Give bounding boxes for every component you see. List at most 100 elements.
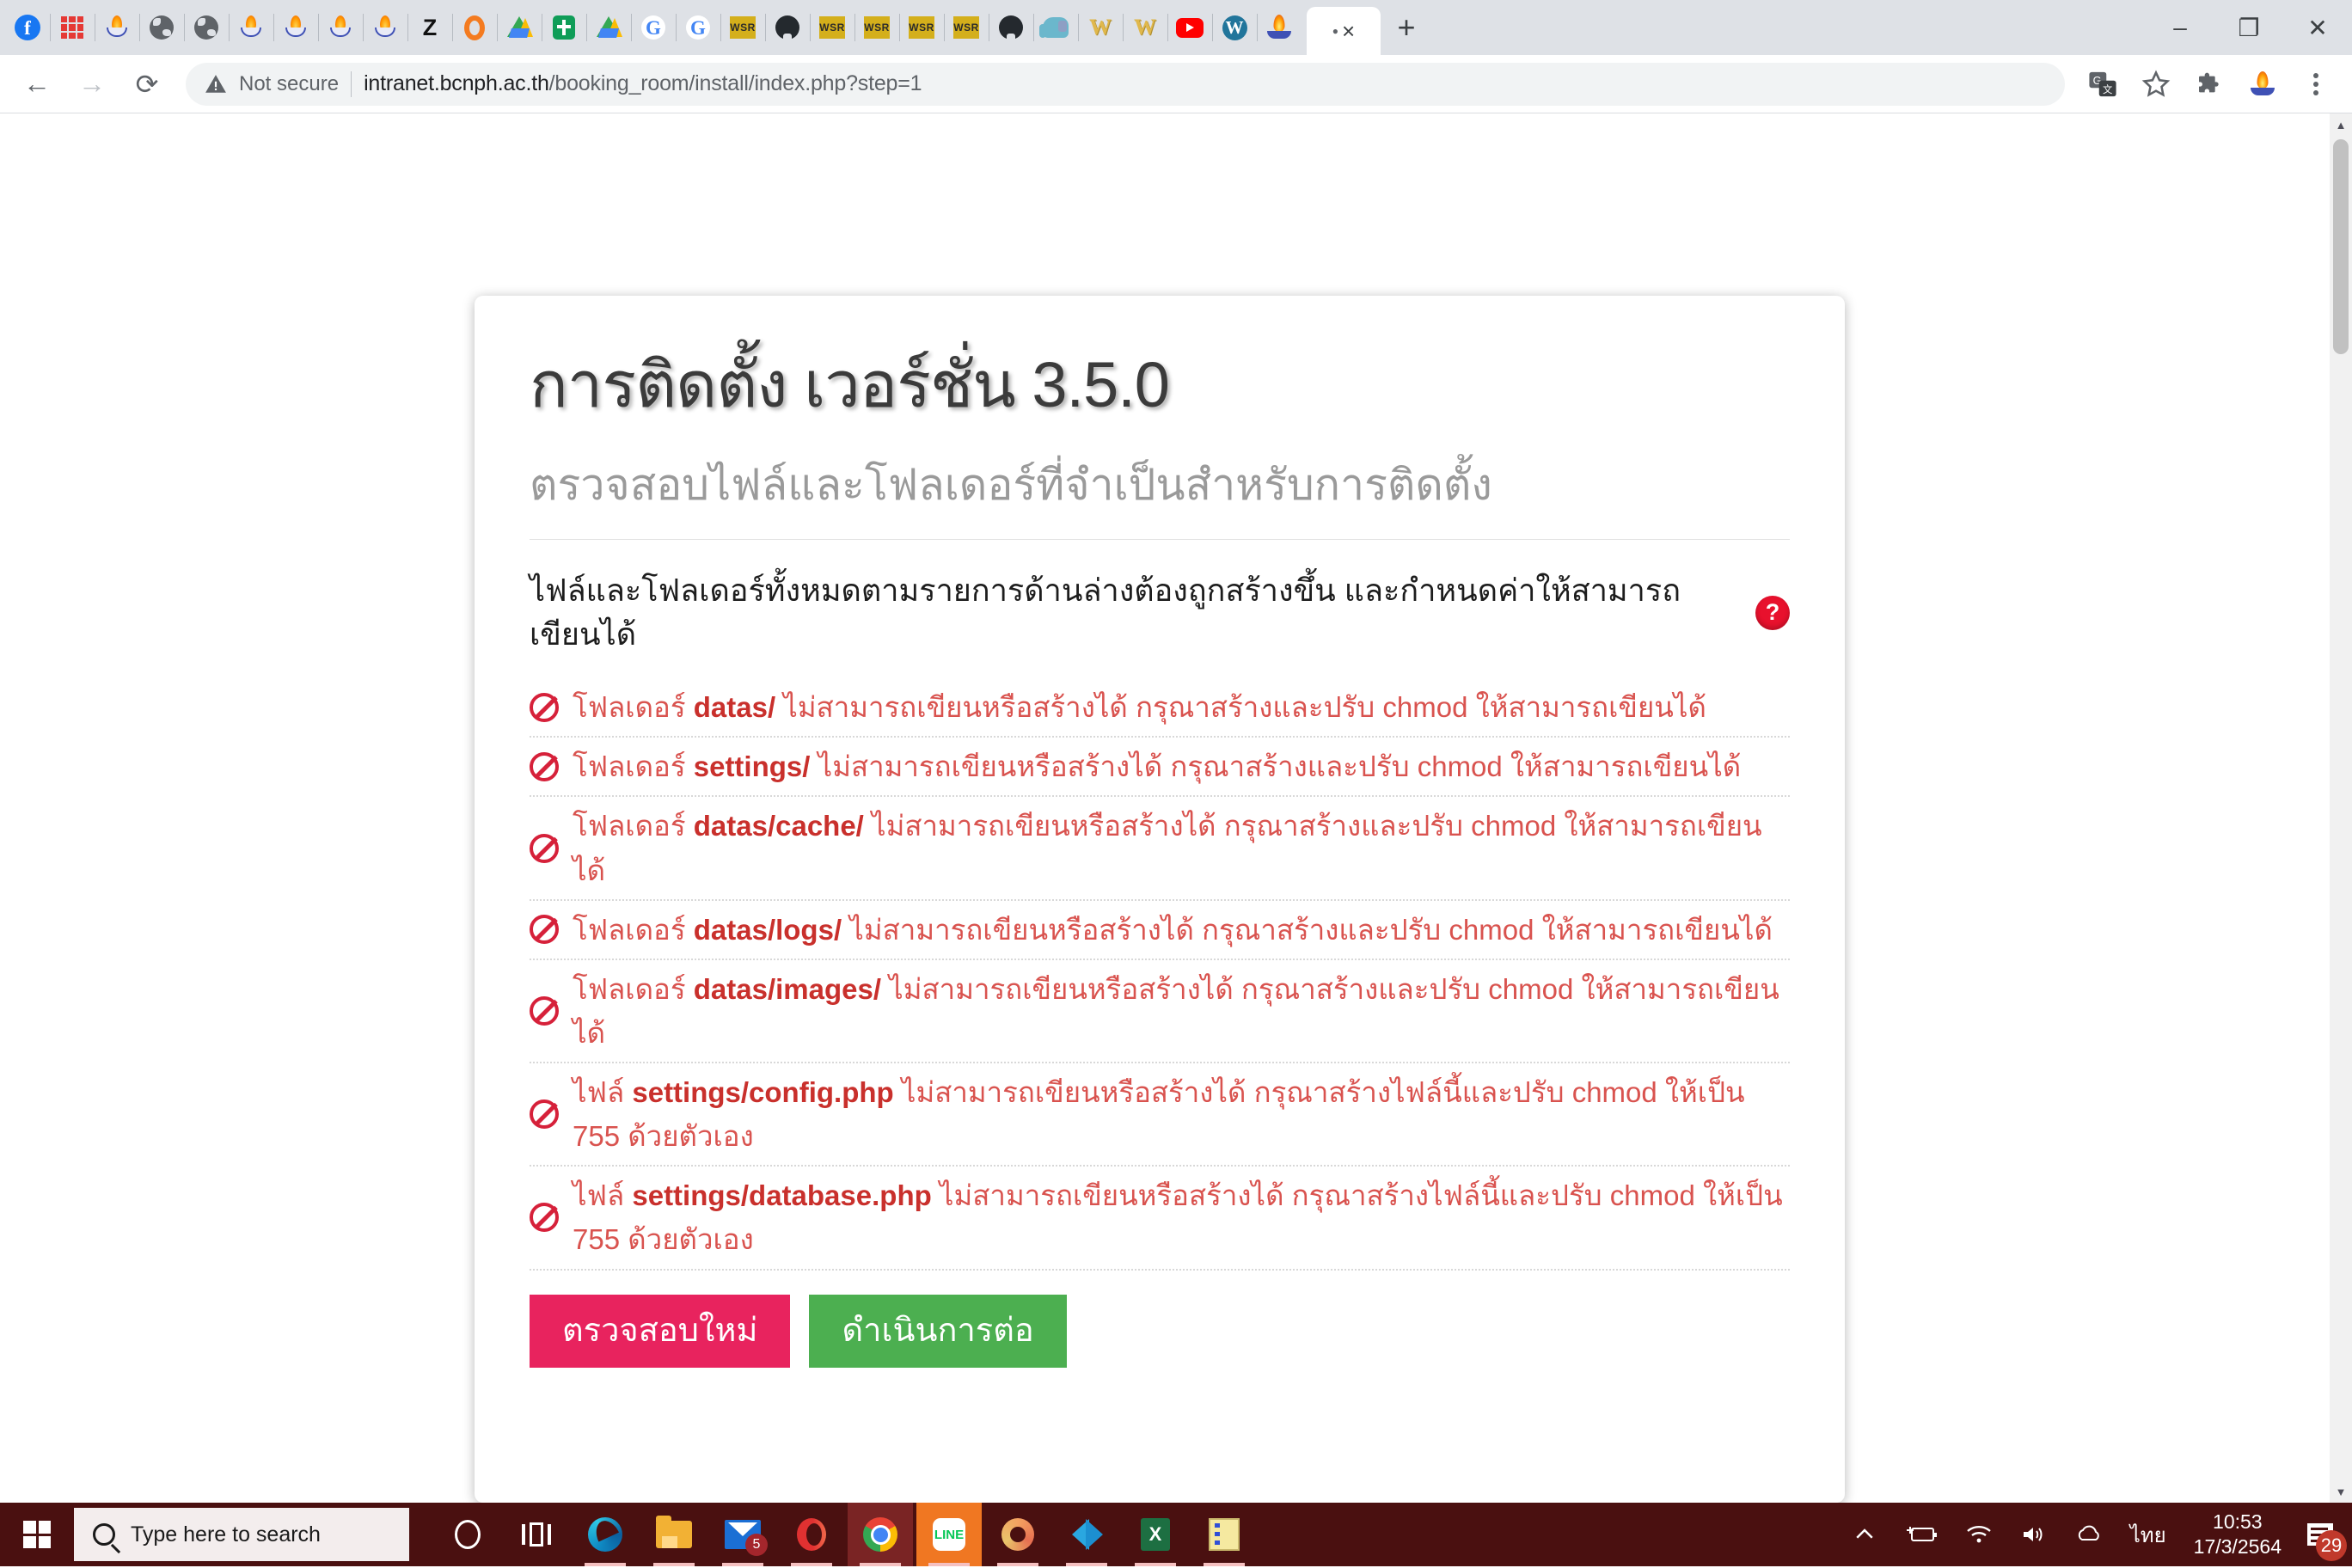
requirement-item: โฟลเดอร์ datas/ ไม่สามารถเขียนหรือสร้างไ… — [530, 678, 1790, 738]
pinned-tab-opera[interactable] — [452, 2, 497, 53]
excel-glyph: X — [1141, 1518, 1170, 1551]
taskbar-item-task-view[interactable] — [504, 1503, 569, 1566]
clock[interactable]: 10:53 17/3/2564 — [2180, 1510, 2295, 1559]
taskbar-item-cortana[interactable] — [435, 1503, 500, 1566]
pinned-tab-elephant[interactable] — [1033, 2, 1078, 53]
requirement-target: datas/images/ — [693, 972, 882, 1005]
minimize-window-button[interactable]: – — [2146, 0, 2214, 55]
continue-button[interactable]: ดำเนินการต่อ — [809, 1294, 1067, 1369]
profile-seal-icon[interactable] — [2239, 60, 2287, 108]
wsr-glyph: WSR — [909, 16, 934, 39]
pinned-tab-thai-lamp-3[interactable] — [273, 2, 318, 53]
pinned-tab-github-2[interactable] — [989, 2, 1033, 53]
pinned-tab-wsr-2[interactable]: WSR — [810, 2, 854, 53]
requirement-suffix: ไม่สามารถเขียนหรือสร้างได้ กรุณาสร้างและ… — [775, 691, 1706, 724]
pinned-tab-wordpress[interactable]: W — [1212, 2, 1257, 53]
pinned-tab-google-drive-1[interactable] — [497, 2, 542, 53]
github-glyph — [999, 15, 1023, 40]
translate-icon[interactable]: G文 — [2079, 60, 2127, 108]
close-tab-icon[interactable]: × — [1342, 20, 1355, 42]
pinned-tab-wsr-4[interactable]: WSR — [899, 2, 944, 53]
notification-count-badge: 29 — [2316, 1530, 2347, 1561]
pinned-tab-thai-lamp-1[interactable] — [95, 2, 139, 53]
pinned-tab-wsr-5[interactable]: WSR — [944, 2, 989, 53]
instructions-text: ไฟล์และโฟลเดอร์ทั้งหมดตามรายการด้านล่างต… — [530, 573, 1681, 652]
page-scrollbar[interactable]: ▲ ▼ — [2330, 113, 2352, 1503]
star-icon[interactable] — [2132, 60, 2180, 108]
google-drive-glyph — [507, 16, 533, 39]
pinned-tab-zotero[interactable]: Z — [407, 2, 452, 53]
back-button[interactable]: ← — [12, 59, 62, 109]
taskbar-item-google-chrome[interactable] — [848, 1503, 913, 1566]
pinned-tab-google-2[interactable]: G — [676, 2, 720, 53]
thai-lamp-glyph — [372, 15, 398, 40]
active-tab[interactable]: ● × — [1307, 7, 1381, 55]
requirement-message: โฟลเดอร์ datas/ ไม่สามารถเขียนหรือสร้างไ… — [573, 685, 1706, 729]
show-hidden-icons-chevron[interactable] — [1838, 1503, 1891, 1566]
taskbar-item-visual-studio-code[interactable] — [1054, 1503, 1119, 1566]
pinned-tab-google-drive-2[interactable] — [586, 2, 631, 53]
taskbar-item-mail[interactable]: 5 — [710, 1503, 775, 1566]
not-secure-warning-icon[interactable] — [205, 73, 227, 95]
taskbar-item-opera[interactable] — [779, 1503, 844, 1566]
requirement-suffix: ไม่สามารถเขียนหรือสร้างได้ กรุณาสร้างและ… — [842, 913, 1773, 946]
puzzle-piece-icon[interactable] — [2185, 60, 2233, 108]
close-window-button[interactable]: ✕ — [2283, 0, 2352, 55]
restore-window-button[interactable]: ❐ — [2214, 0, 2283, 55]
pinned-tab-thai-lamp-5[interactable] — [363, 2, 407, 53]
requirement-message: โฟลเดอร์ settings/ ไม่สามารถเขียนหรือสร้… — [573, 744, 1741, 788]
pinned-tab-w-gold-1[interactable]: W — [1078, 2, 1123, 53]
battery-charging-icon[interactable] — [1891, 1503, 1951, 1566]
pinned-tab-youtube[interactable] — [1167, 2, 1212, 53]
pinned-tab-green-cross[interactable] — [542, 2, 586, 53]
speaker-icon[interactable] — [2006, 1503, 2061, 1566]
pinned-tab-thai-seal[interactable] — [1257, 2, 1302, 53]
three-dot-menu-icon[interactable] — [2292, 60, 2340, 108]
recheck-button[interactable]: ตรวจสอบใหม่ — [530, 1294, 791, 1369]
start-button[interactable] — [0, 1503, 74, 1566]
google-g-icon: G — [640, 14, 667, 41]
reload-button[interactable]: ⟳ — [122, 59, 172, 109]
pinned-tab-thai-lamp-2[interactable] — [229, 2, 273, 53]
pinned-tab-globe-2[interactable] — [184, 2, 229, 53]
url-host: intranet.bcnph.ac.th — [364, 71, 549, 95]
cortana-glyph — [455, 1520, 481, 1549]
taskbar-item-line[interactable]: LINE — [916, 1503, 982, 1566]
thai-seal-glyph — [1267, 15, 1291, 40]
pinned-tab-github-1[interactable] — [765, 2, 810, 53]
taskbar-item-microsoft-edge[interactable] — [573, 1503, 638, 1566]
requirement-prefix: ไฟล์ — [573, 1179, 633, 1212]
notification-center-button[interactable]: 29 — [2295, 1503, 2352, 1566]
help-icon[interactable]: ? — [1755, 595, 1790, 630]
wifi-icon[interactable] — [1951, 1503, 2006, 1566]
letter-w-icon: W — [1087, 14, 1114, 41]
taskbar-item-notepad[interactable] — [1191, 1503, 1257, 1566]
scroll-down-arrow[interactable]: ▼ — [2330, 1480, 2352, 1503]
pinned-tab-w-gold-2[interactable]: W — [1123, 2, 1167, 53]
scroll-up-arrow[interactable]: ▲ — [2330, 113, 2352, 136]
language-indicator[interactable]: ไทย — [2116, 1518, 2180, 1552]
taskbar-item-excel[interactable]: X — [1123, 1503, 1188, 1566]
requirement-item: โฟลเดอร์ datas/images/ ไม่สามารถเขียนหรื… — [530, 960, 1790, 1064]
pinned-tab-thai-lamp-4[interactable] — [318, 2, 363, 53]
new-tab-button[interactable]: + — [1381, 3, 1432, 52]
onedrive-icon[interactable] — [2061, 1503, 2116, 1566]
pinned-tab-wsr-3[interactable]: WSR — [854, 2, 899, 53]
requirement-message: ไฟล์ settings/config.php ไม่สามารถเขียนห… — [573, 1070, 1790, 1158]
thai-lamp-icon — [237, 14, 265, 41]
scrollbar-thumb[interactable] — [2333, 139, 2349, 354]
pinned-tab-globe-1[interactable] — [139, 2, 184, 53]
pinned-tab-grid[interactable] — [50, 2, 95, 53]
address-bar[interactable]: Not secure intranet.bcnph.ac.th/booking_… — [186, 62, 2065, 106]
pinned-tab-google-1[interactable]: G — [631, 2, 676, 53]
google-drive-icon — [505, 14, 533, 41]
taskbar-item-photoshop[interactable] — [985, 1503, 1050, 1566]
pinned-tab-facebook[interactable]: f — [5, 2, 50, 53]
forward-button[interactable]: → — [67, 59, 117, 109]
requirement-message: โฟลเดอร์ datas/logs/ ไม่สามารถเขียนหรือส… — [573, 908, 1773, 952]
svg-text:文: 文 — [2103, 83, 2112, 95]
taskbar-search-input[interactable]: Type here to search — [74, 1508, 409, 1561]
letter-w-glyph: W — [1089, 15, 1112, 40]
pinned-tab-wsr-1[interactable]: WSR — [720, 2, 765, 53]
taskbar-item-file-explorer[interactable] — [641, 1503, 707, 1566]
